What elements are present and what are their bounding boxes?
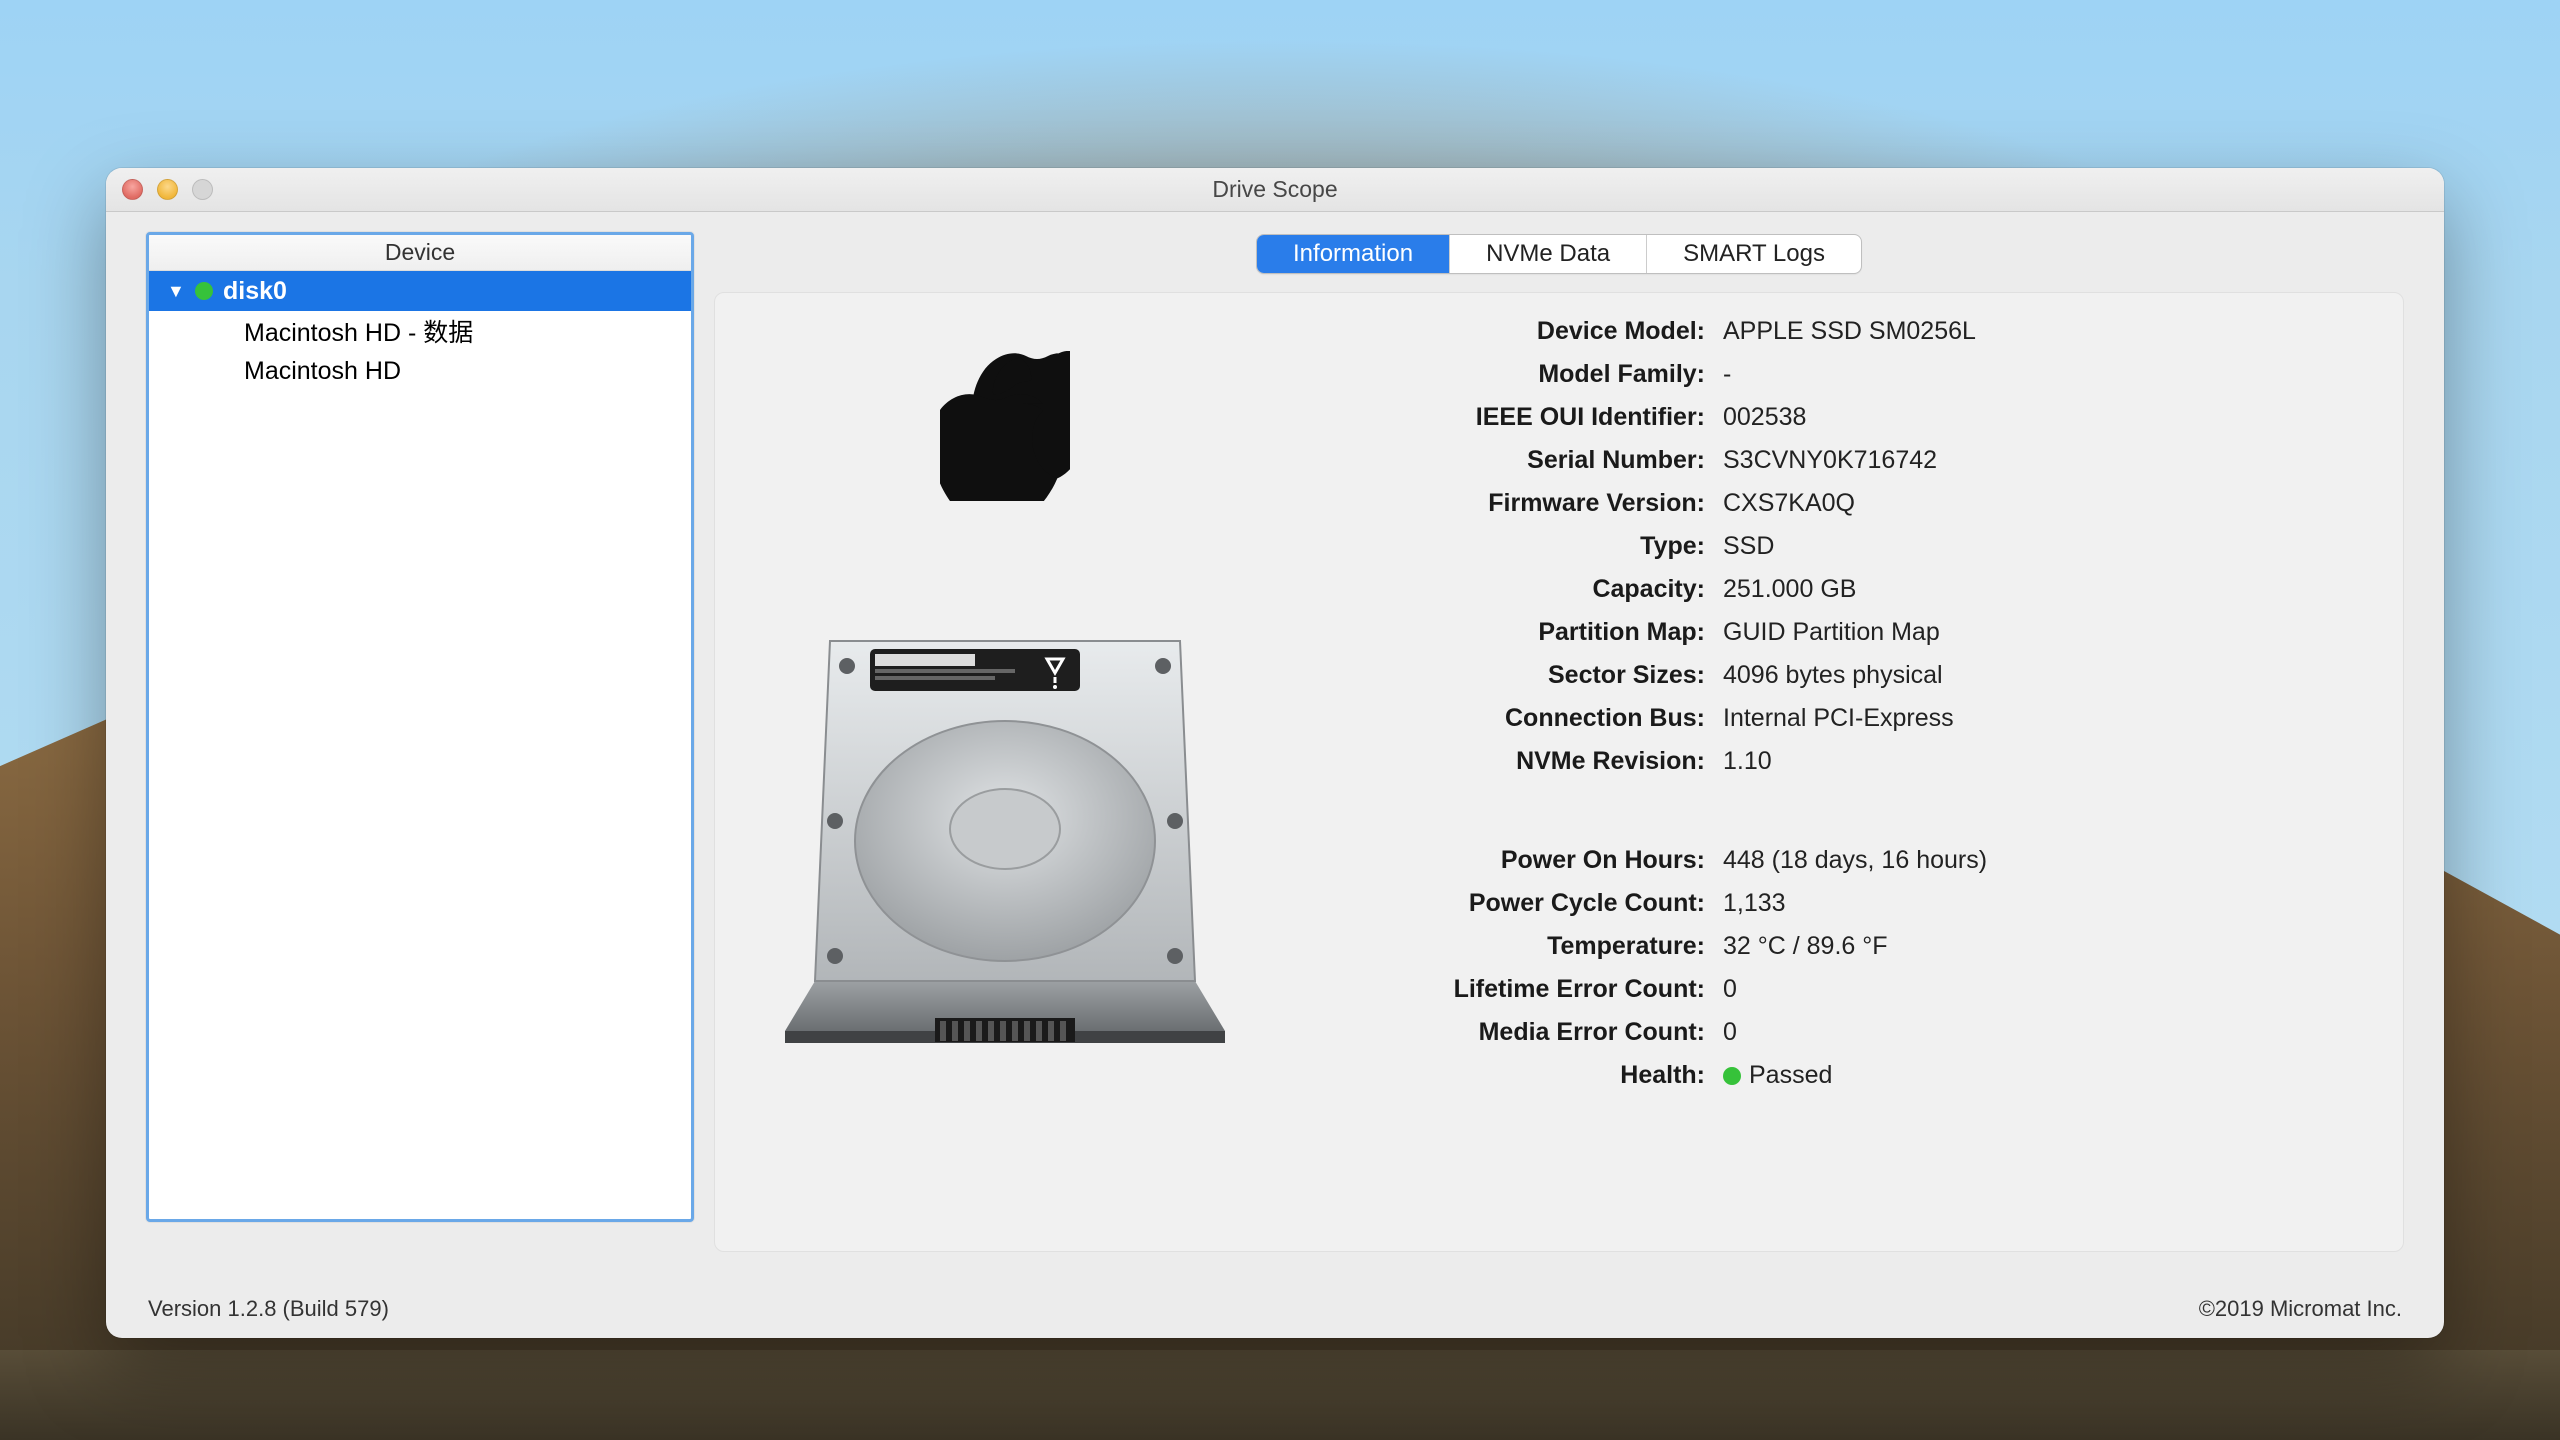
value-ieee-oui: 002538 xyxy=(1723,403,2363,432)
value-device-model: APPLE SSD SM0256L xyxy=(1723,317,2363,346)
titlebar[interactable]: Drive Scope xyxy=(106,168,2444,212)
tab-bar: Information NVMe Data SMART Logs xyxy=(714,234,2404,274)
value-partition: GUID Partition Map xyxy=(1723,618,2363,647)
value-media-err: 0 xyxy=(1723,1018,2363,1047)
label-serial: Serial Number: xyxy=(1315,446,1705,475)
value-sector: 4096 bytes physical xyxy=(1723,661,2363,690)
segmented-control: Information NVMe Data SMART Logs xyxy=(1256,234,1862,274)
volume-name: Macintosh HD xyxy=(244,357,401,386)
value-capacity: 251.000 GB xyxy=(1723,575,2363,604)
label-sector: Sector Sizes: xyxy=(1315,661,1705,690)
device-column-header: Device xyxy=(149,235,691,271)
label-temperature: Temperature: xyxy=(1315,932,1705,961)
label-model-family: Model Family: xyxy=(1315,360,1705,389)
value-serial: S3CVNY0K716742 xyxy=(1723,446,2363,475)
footer: Version 1.2.8 (Build 579) ©2019 Micromat… xyxy=(106,1282,2444,1338)
value-temperature: 32 °C / 89.6 °F xyxy=(1723,932,2363,961)
label-type: Type: xyxy=(1315,532,1705,561)
label-bus: Connection Bus: xyxy=(1315,704,1705,733)
value-health: Passed xyxy=(1723,1061,2363,1090)
label-power-cycle: Power Cycle Count: xyxy=(1315,889,1705,918)
label-ieee-oui: IEEE OUI Identifier: xyxy=(1315,403,1705,432)
device-tree: ▼ disk0 Macintosh HD - 数据 Macintosh HD xyxy=(149,271,691,391)
tree-volume-row[interactable]: Macintosh HD xyxy=(149,351,691,391)
value-model-family: - xyxy=(1723,360,2363,389)
disk-name: disk0 xyxy=(223,277,287,306)
value-power-hours: 448 (18 days, 16 hours) xyxy=(1723,846,2363,875)
app-window: Drive Scope Device ▼ disk0 Macintosh HD … xyxy=(106,168,2444,1338)
tree-volume-row[interactable]: Macintosh HD - 数据 xyxy=(149,311,691,351)
version-label: Version 1.2.8 (Build 579) xyxy=(148,1296,389,1322)
value-bus: Internal PCI-Express xyxy=(1723,704,2363,733)
tab-information[interactable]: Information xyxy=(1257,235,1450,273)
health-status-text: Passed xyxy=(1749,1061,1832,1090)
label-media-err: Media Error Count: xyxy=(1315,1018,1705,1047)
zoom-button[interactable] xyxy=(192,179,213,200)
value-type: SSD xyxy=(1723,532,2363,561)
content-area: Device ▼ disk0 Macintosh HD - 数据 Macinto… xyxy=(106,212,2444,1282)
info-column: Device Model: APPLE SSD SM0256L Model Fa… xyxy=(1315,311,2363,1233)
label-lifetime-err: Lifetime Error Count: xyxy=(1315,975,1705,1004)
value-nvme-rev: 1.10 xyxy=(1723,747,2363,776)
tab-smart-logs[interactable]: SMART Logs xyxy=(1647,235,1861,273)
tree-disk-row[interactable]: ▼ disk0 xyxy=(149,271,691,311)
health-status-icon xyxy=(1723,1067,1741,1085)
label-capacity: Capacity: xyxy=(1315,575,1705,604)
tree-children: Macintosh HD - 数据 Macintosh HD xyxy=(149,311,691,391)
label-power-hours: Power On Hours: xyxy=(1315,846,1705,875)
label-partition: Partition Map: xyxy=(1315,618,1705,647)
value-firmware: CXS7KA0Q xyxy=(1723,489,2363,518)
copyright-label: ©2019 Micromat Inc. xyxy=(2199,1296,2402,1322)
hard-drive-icon xyxy=(785,621,1225,1051)
window-title: Drive Scope xyxy=(106,176,2444,203)
info-grid: Device Model: APPLE SSD SM0256L Model Fa… xyxy=(1315,317,2363,1090)
desktop-foreground xyxy=(0,1350,2560,1440)
sidebar: Device ▼ disk0 Macintosh HD - 数据 Macinto… xyxy=(146,232,694,1282)
minimize-button[interactable] xyxy=(157,179,178,200)
icon-column xyxy=(745,311,1265,1233)
value-power-cycle: 1,133 xyxy=(1723,889,2363,918)
label-firmware: Firmware Version: xyxy=(1315,489,1705,518)
close-button[interactable] xyxy=(122,179,143,200)
apple-logo-icon xyxy=(940,351,1070,501)
label-device-model: Device Model: xyxy=(1315,317,1705,346)
tab-nvme-data[interactable]: NVMe Data xyxy=(1450,235,1647,273)
device-panel: Device ▼ disk0 Macintosh HD - 数据 Macinto… xyxy=(146,232,694,1222)
status-indicator-icon xyxy=(195,282,213,300)
info-spacer xyxy=(1315,790,2363,832)
value-lifetime-err: 0 xyxy=(1723,975,2363,1004)
label-health: Health: xyxy=(1315,1061,1705,1090)
traffic-lights xyxy=(122,179,213,200)
volume-name: Macintosh HD - 数据 xyxy=(244,313,473,349)
label-nvme-rev: NVMe Revision: xyxy=(1315,747,1705,776)
disclosure-triangle-icon[interactable]: ▼ xyxy=(167,281,185,302)
information-panel: Device Model: APPLE SSD SM0256L Model Fa… xyxy=(714,292,2404,1252)
main-panel: Information NVMe Data SMART Logs xyxy=(714,232,2404,1282)
